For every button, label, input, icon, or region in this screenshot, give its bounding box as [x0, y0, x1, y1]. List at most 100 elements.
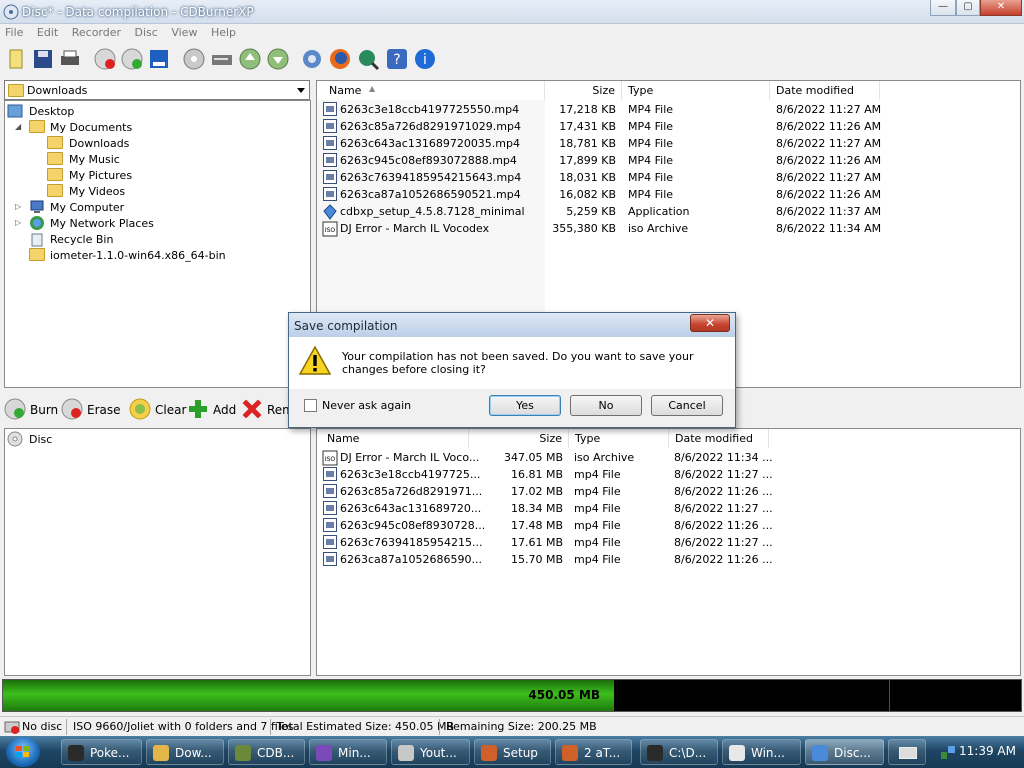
taskbar-button-label: Dow... [175, 746, 212, 760]
never-ask-label[interactable]: Never ask again [322, 399, 411, 412]
setup-application-icon [323, 204, 337, 220]
disc-file-row[interactable]: ISO DJ Error - March IL Voco... 347.05 M… [317, 449, 1020, 466]
disc-file-row[interactable]: 6263c3e18ccb4197725... 16.81 MB mp4 File… [317, 466, 1020, 483]
taskbar-button[interactable]: Setup [474, 739, 551, 765]
video-file-icon [323, 119, 337, 133]
taskbar-button[interactable]: Win... [722, 739, 801, 765]
save-icon[interactable] [31, 47, 55, 71]
column-header-type[interactable]: Type [622, 81, 770, 100]
menu-recorder[interactable]: Recorder [67, 24, 126, 41]
file-row[interactable]: 6263c945c08ef893072888.mp4 17,899 KB MP4… [317, 152, 1020, 169]
burn-disc-icon[interactable] [120, 47, 144, 71]
search-icon[interactable] [356, 47, 380, 71]
disc-column-header-name[interactable]: Name [317, 429, 469, 448]
folder-icon [47, 152, 63, 165]
taskbar-button[interactable]: Dow... [146, 739, 224, 765]
close-window-button[interactable]: ✕ [980, 0, 1022, 16]
dialog-title-bar[interactable]: Save compilation ✕ [289, 313, 735, 337]
menu-edit[interactable]: Edit [32, 24, 63, 41]
no-button[interactable]: No [570, 395, 642, 416]
menu-view[interactable]: View [166, 24, 202, 41]
file-row[interactable]: 6263c643ac131689720035.mp4 18,781 KB MP4… [317, 135, 1020, 152]
chevron-down-icon [297, 88, 305, 93]
expand-icon[interactable]: ▷ [15, 202, 21, 211]
erase-icon [61, 398, 83, 420]
capacity-used-label: 450.05 MB [528, 688, 600, 702]
dialog-close-button[interactable]: ✕ [690, 314, 730, 332]
disc-capacity-bar: 450.05 MB [2, 679, 1022, 712]
new-compilation-icon[interactable] [4, 47, 28, 71]
collapse-icon[interactable]: ◢ [15, 122, 21, 131]
yes-button[interactable]: Yes [489, 395, 561, 416]
disc-file-row[interactable]: 6263c945c08ef8930728... 17.48 MB mp4 Fil… [317, 517, 1020, 534]
disc-file-row[interactable]: 6263c76394185954215... 17.61 MB mp4 File… [317, 534, 1020, 551]
clear-button[interactable]: Clear [129, 398, 186, 420]
settings-icon[interactable] [300, 47, 324, 71]
disc-file-row[interactable]: 6263c643ac131689720... 18.34 MB mp4 File… [317, 500, 1020, 517]
file-row[interactable]: 6263c76394185954215643.mp4 18,031 KB MP4… [317, 169, 1020, 186]
column-header-size[interactable]: Size [545, 81, 622, 100]
refresh-icon[interactable] [266, 47, 290, 71]
svg-text:ISO: ISO [325, 456, 336, 463]
info-icon[interactable]: i [413, 47, 437, 71]
network-tray-icon[interactable] [940, 744, 956, 760]
column-header-date[interactable]: Date modified [770, 81, 880, 100]
file-row[interactable]: ISO DJ Error - March IL Vocodex 355,380 … [317, 220, 1020, 237]
keyboard-tray-button[interactable] [888, 739, 926, 765]
taskbar-app-icon [647, 745, 663, 761]
maximize-button[interactable]: ▢ [956, 0, 980, 16]
window-title: Disc* - Data compilation - CDBurnerXP [22, 5, 254, 19]
taskbar-button[interactable]: Disc... [805, 739, 884, 765]
status-remaining-size: Remaining Size: 200.25 MB [446, 720, 597, 733]
add-button[interactable]: Add [187, 398, 237, 420]
file-row[interactable]: 6263c85a726d8291971029.mp4 17,431 KB MP4… [317, 118, 1020, 135]
erase-disc-icon[interactable] [93, 47, 117, 71]
taskbar-button[interactable]: 2 aT... [555, 739, 632, 765]
taskbar-button[interactable]: CDB... [228, 739, 305, 765]
disc-file-row[interactable]: 6263ca87a1052686590... 15.70 MB mp4 File… [317, 551, 1020, 568]
taskbar-button[interactable]: Yout... [391, 739, 470, 765]
menu-file[interactable]: File [0, 24, 28, 41]
column-header-name[interactable]: Name ▲ [317, 81, 545, 100]
folder-icon [29, 120, 45, 133]
video-file-icon [323, 187, 337, 201]
menu-help[interactable]: Help [206, 24, 241, 41]
cancel-button[interactable]: Cancel [651, 395, 723, 416]
taskbar-button-label: Min... [338, 746, 371, 760]
file-row[interactable]: cdbxp_setup_4.5.8.7128_minimal 5,259 KB … [317, 203, 1020, 220]
help-icon[interactable]: ? [385, 47, 409, 71]
taskbar-app-icon [316, 745, 332, 761]
disc-column-header-type[interactable]: Type [569, 429, 669, 448]
erase-button[interactable]: Erase [61, 398, 121, 420]
firefox-icon[interactable] [328, 47, 352, 71]
copy-disc-icon[interactable] [147, 47, 171, 71]
taskbar-button[interactable]: C:\D... [640, 739, 718, 765]
disc-file-row[interactable]: 6263c85a726d8291971... 17.02 MB mp4 File… [317, 483, 1020, 500]
taskbar-clock[interactable]: 11:39 AM [959, 744, 1016, 758]
burn-button[interactable]: Burn [4, 398, 58, 420]
never-ask-checkbox[interactable] [304, 399, 317, 412]
file-row[interactable]: 6263ca87a1052686590521.mp4 16,082 KB MP4… [317, 186, 1020, 203]
file-row[interactable]: 6263c3e18ccb4197725550.mp4 17,218 KB MP4… [317, 101, 1020, 118]
taskbar-app-icon [153, 745, 169, 761]
disc-column-header-date[interactable]: Date modified [669, 429, 769, 448]
taskbar-button[interactable]: Poke... [61, 739, 142, 765]
menu-disc[interactable]: Disc [130, 24, 163, 41]
menu-bar: File Edit Recorder Disc View Help [0, 24, 1024, 42]
eject-icon[interactable] [238, 47, 262, 71]
iso-file-icon: ISO [322, 221, 338, 237]
location-dropdown[interactable]: Downloads [4, 80, 310, 100]
taskbar-app-icon [235, 745, 251, 761]
print-icon[interactable] [58, 47, 82, 71]
disc-column-header-size[interactable]: Size [469, 429, 569, 448]
status-disc: No disc [22, 720, 63, 733]
taskbar-button[interactable]: Min... [309, 739, 387, 765]
svg-text:?: ? [393, 52, 400, 68]
remove-icon [242, 399, 262, 419]
window-title-bar[interactable]: Disc* - Data compilation - CDBurnerXP — … [0, 0, 1024, 24]
expand-icon[interactable]: ▷ [15, 218, 21, 227]
disc-info-icon[interactable] [182, 47, 206, 71]
drive-icon[interactable] [210, 47, 234, 71]
minimize-button[interactable]: — [930, 0, 956, 16]
dialog-message: Your compilation has not been saved. Do … [342, 350, 694, 376]
